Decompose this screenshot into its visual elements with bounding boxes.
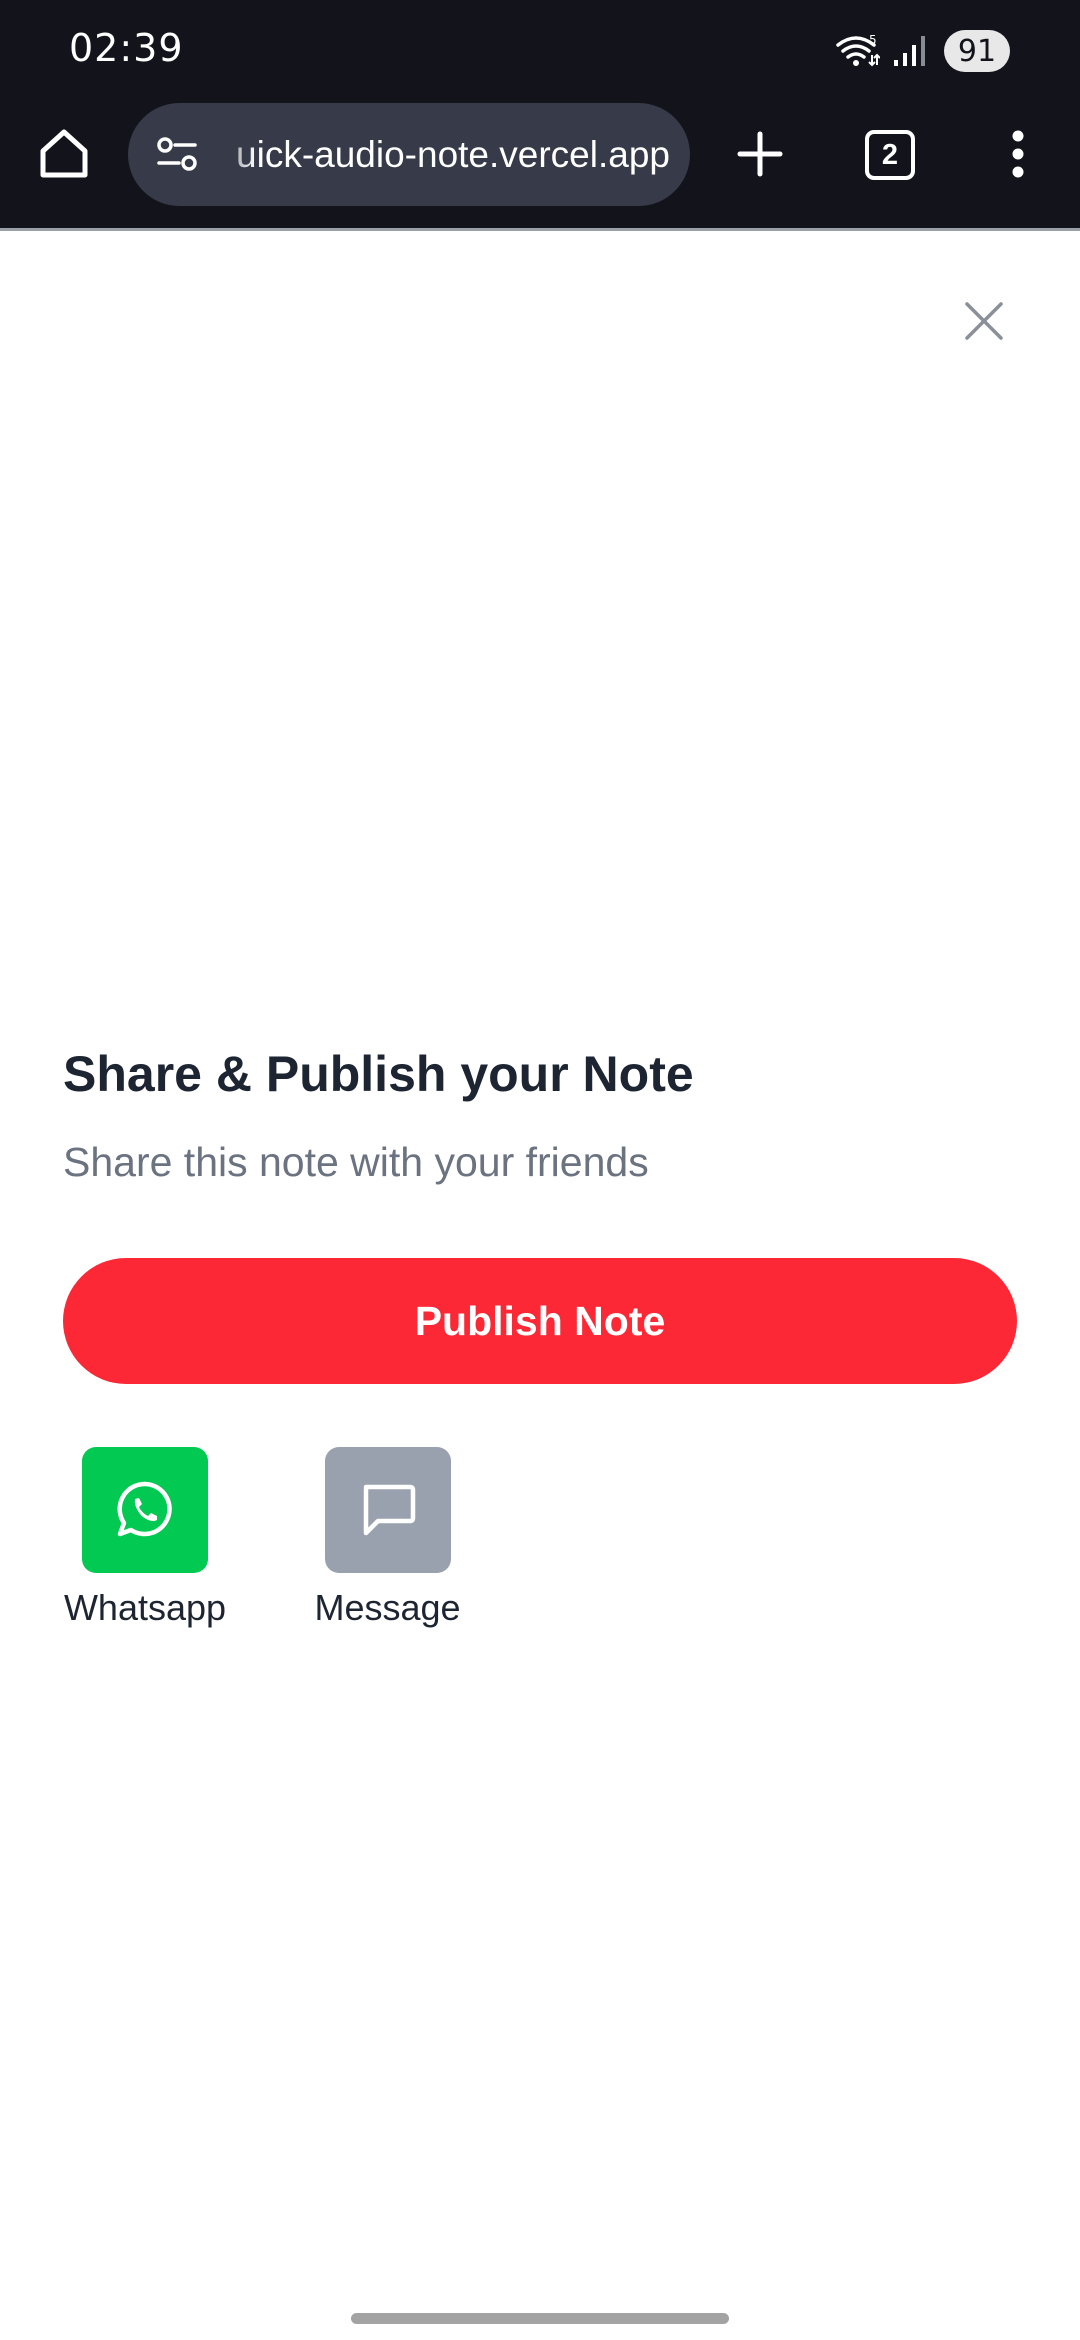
more-vert-icon: [1012, 130, 1024, 178]
url-text: uick-audio-note.vercel.app: [236, 134, 670, 175]
url-bar[interactable]: uick-audio-note.vercel.app: [128, 103, 690, 206]
url-fade: [206, 103, 256, 206]
gesture-navigation-bar[interactable]: [351, 2313, 729, 2324]
message-icon: [363, 1484, 415, 1536]
chrome-divider: [0, 228, 1080, 231]
share-option-label: Message: [314, 1587, 461, 1628]
plus-icon: [737, 131, 783, 177]
browser-chrome: 02:39 5 91 uick-audio-note.vercel.app 2: [0, 0, 1080, 229]
battery-icon: 91: [944, 30, 1010, 72]
whatsapp-icon: [117, 1481, 172, 1537]
whatsapp-tile[interactable]: [82, 1447, 208, 1573]
dialog-subtitle: Share this note with your friends: [63, 1139, 649, 1185]
wifi-badge: 5: [869, 33, 877, 47]
home-icon: [40, 129, 88, 178]
share-whatsapp-option[interactable]: Whatsapp: [50, 1447, 240, 1629]
share-option-label: Whatsapp: [63, 1587, 227, 1628]
home-button[interactable]: [32, 121, 96, 185]
menu-button[interactable]: [988, 122, 1048, 186]
share-message-option[interactable]: Message: [300, 1447, 475, 1629]
publish-note-button[interactable]: Publish Note: [63, 1258, 1017, 1384]
message-tile[interactable]: [324, 1447, 451, 1573]
close-icon: [965, 302, 1003, 340]
tab-switcher-button[interactable]: 2: [865, 130, 915, 180]
site-settings-button[interactable]: [146, 123, 208, 185]
close-button[interactable]: [955, 292, 1013, 350]
status-time: 02:39: [69, 26, 184, 70]
status-icons: 5 91: [836, 30, 1010, 72]
wifi-icon: 5: [836, 33, 880, 67]
dialog-title: Share & Publish your Note: [63, 1046, 694, 1102]
new-tab-button[interactable]: [728, 122, 792, 186]
site-settings-icon: [157, 137, 197, 171]
signal-icon: [894, 36, 925, 66]
